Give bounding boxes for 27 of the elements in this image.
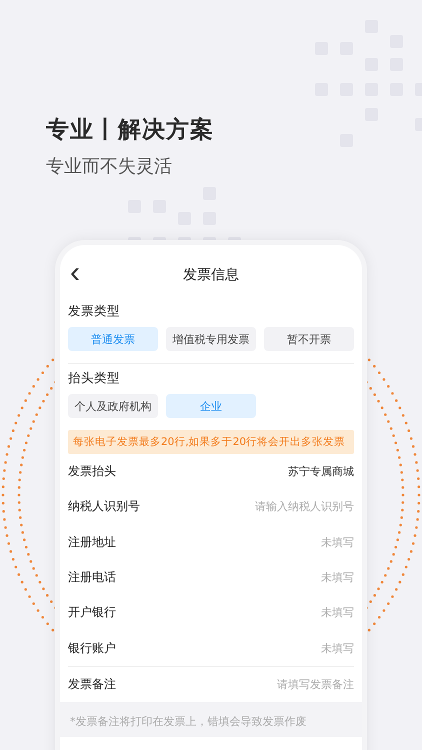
field-value[interactable]: 未填写	[321, 570, 354, 586]
field-label: 银行账户	[68, 640, 116, 657]
field-value[interactable]: 未填写	[321, 605, 354, 620]
field-label: 注册地址	[68, 534, 116, 551]
option-chip[interactable]: 暂不开票	[264, 327, 354, 351]
field-value[interactable]: 苏宁专属商城	[288, 464, 354, 480]
field-value[interactable]: 请输入纳税人识别号	[255, 499, 354, 514]
headline: 专业丨解决方案	[46, 116, 215, 145]
section-label: 发票类型	[68, 303, 121, 320]
section-label: 抬头类型	[68, 370, 121, 387]
field-value[interactable]: 请填写发票备注	[277, 676, 354, 692]
field-label: 发票备注	[68, 676, 116, 693]
option-chip[interactable]: 普通发票	[68, 327, 158, 351]
field-label: 开户银行	[68, 604, 116, 622]
notice-banner: 每张电子发票最多20行,如果多于20行将会开出多张发票	[68, 430, 354, 454]
field-label: 注册电话	[68, 569, 116, 586]
field-value[interactable]: 未填写	[321, 640, 354, 656]
option-chip[interactable]: 增值税专用发票	[166, 327, 256, 351]
back-button[interactable]: ‹	[70, 261, 80, 285]
screen-title: 发票信息	[183, 266, 239, 284]
option-chip[interactable]: 企业	[166, 394, 256, 418]
footnote: *发票备注将打印在发票上，错填会导致发票作废	[70, 715, 306, 728]
field-value[interactable]: 未填写	[321, 534, 354, 550]
subtitle: 专业而不失灵活	[46, 155, 173, 179]
option-chip[interactable]: 个人及政府机构	[68, 394, 158, 418]
field-label: 纳税人识别号	[68, 498, 140, 516]
field-label: 发票抬头	[68, 463, 116, 480]
